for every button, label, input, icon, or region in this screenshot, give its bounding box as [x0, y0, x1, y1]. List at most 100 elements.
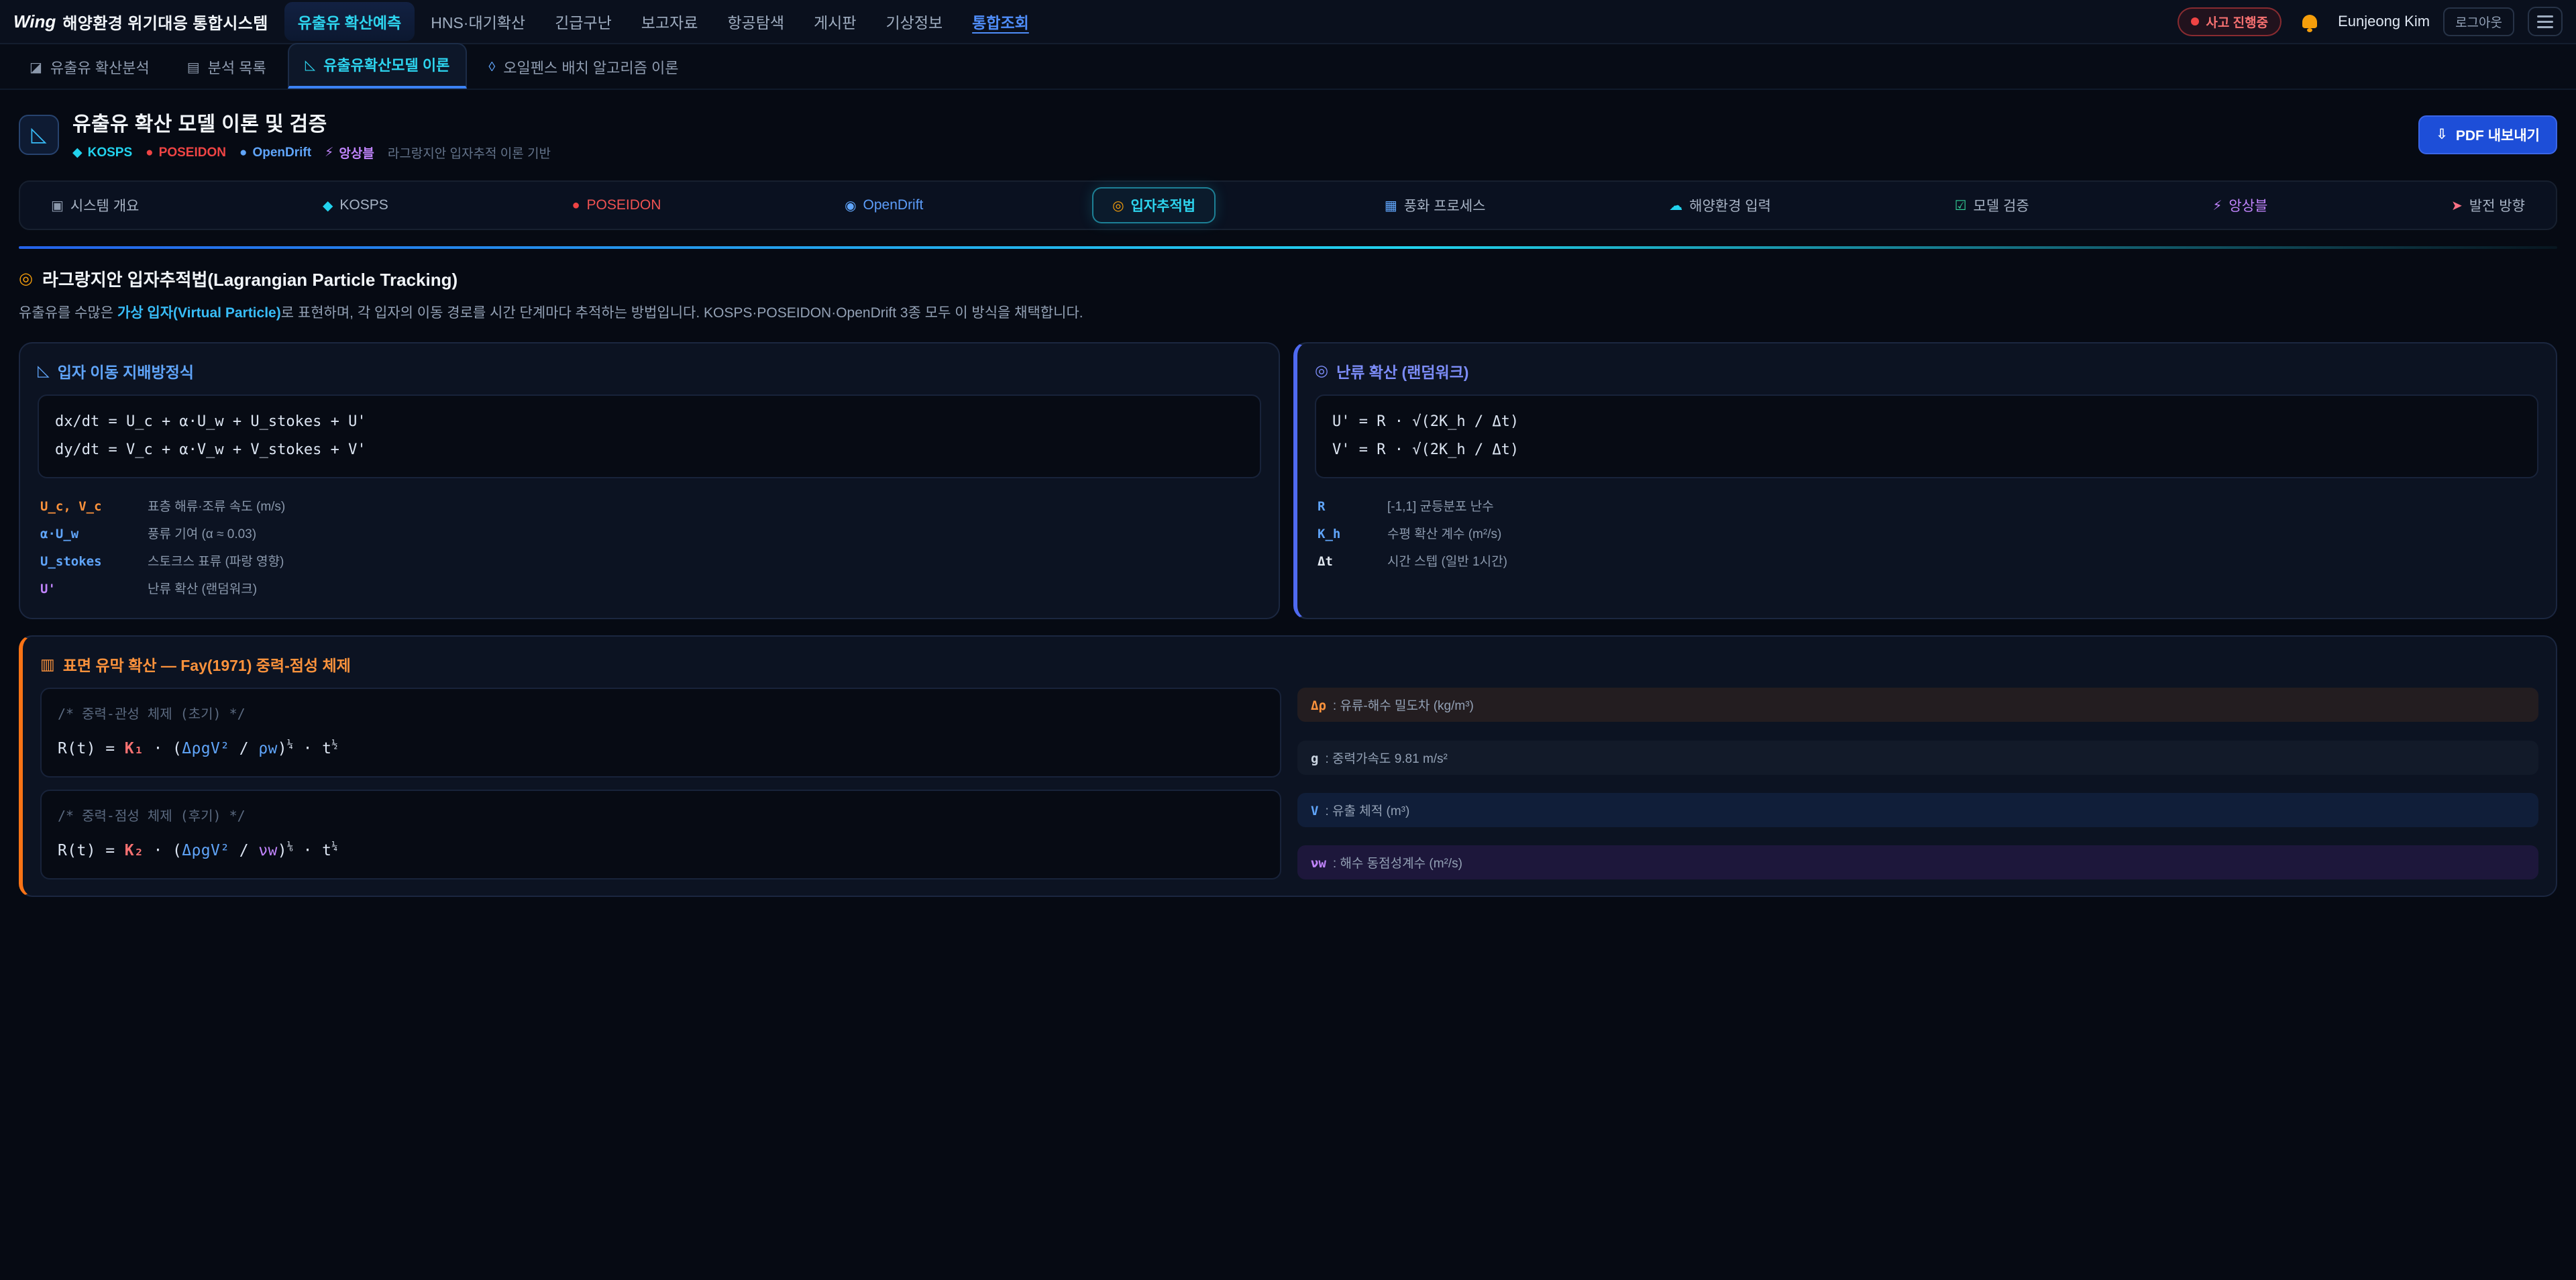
fay-formula-gravity-viscous: /* 중력-점성 체제 (후기) */ R(t) = K₂ · (ΔρgV² /… [40, 790, 1281, 879]
section-tabs: ▣ 시스템 개요 ◆ KOSPS ● POSEIDON ◉ OpenDrift … [19, 180, 2557, 230]
main-nav: 유출유 확산예측 HNS·대기확산 긴급구난 보고자료 항공탐색 게시판 기상정… [284, 2, 1042, 41]
legend-row: U' 난류 확산 (랜덤워크) [38, 574, 1261, 602]
set-square-icon: ◺ [38, 362, 50, 380]
section-heading: ◎ 라그랑지안 입자추적법(Lagrangian Particle Tracki… [19, 266, 2557, 291]
notification-bell-icon[interactable] [2295, 7, 2324, 36]
stab-model-validation[interactable]: ☑ 모델 검증 [1940, 187, 2044, 223]
app-logo: Wing 해양환경 위기대응 통합시스템 [13, 10, 268, 34]
ruler-icon: ◺ [305, 56, 315, 73]
page-subtitle: 라그랑지안 입자추적 이론 기반 [388, 144, 551, 162]
turbulence-diffusion-card: ◎ 난류 확산 (랜덤워크) U' = R · √(2K_h / Δt) V' … [1293, 342, 2557, 620]
dot-icon: ● [572, 198, 580, 213]
nav-item-emergency-rescue[interactable]: 긴급구난 [541, 2, 625, 41]
diamond-icon: ◆ [72, 145, 83, 160]
stab-roadmap[interactable]: ➤ 발전 방향 [2436, 187, 2540, 223]
grid-icon: ▦ [1385, 197, 1397, 214]
badge-poseidon: ● POSEIDON [146, 146, 226, 160]
main-content: ◎ 라그랑지안 입자추적법(Lagrangian Particle Tracki… [0, 266, 2576, 937]
badge-kosps: ◆ KOSPS [72, 145, 132, 160]
turbulence-equation-code: U' = R · √(2K_h / Δt) V' = R · √(2K_h / … [1315, 394, 2538, 479]
legend-row: α·U_w 풍류 기여 (α ≈ 0.03) [38, 519, 1261, 547]
cloud-icon: ☁ [1669, 197, 1682, 214]
fay-spreading-card: ▥ 표면 유막 확산 — Fay(1971) 중력-점성 체제 /* 중력-관성… [19, 635, 2557, 897]
nav-item-weather-info[interactable]: 기상정보 [873, 2, 957, 41]
stab-opendrift[interactable]: ◉ OpenDrift [830, 189, 938, 222]
fay-card-body: /* 중력-관성 체제 (초기) */ R(t) = K₁ · (ΔρgV² /… [40, 688, 2538, 879]
pdf-export-button[interactable]: ⇩ PDF 내보내기 [2418, 115, 2557, 154]
governing-legend: U_c, V_c 표층 해류·조류 속도 (m/s) α·U_w 풍류 기여 (… [38, 492, 1261, 602]
nav-item-aerial-search[interactable]: 항공탐색 [714, 2, 798, 41]
legend-pill-viscosity: νw : 해수 동점성계수 (m²/s) [1297, 845, 2538, 879]
menu-icon[interactable] [2528, 7, 2563, 36]
virtual-particle-highlight: 가상 입자(Virtual Particle) [117, 305, 281, 321]
equation-cards-row: ◺ 입자 이동 지배방정식 dx/dt = U_c + α·U_w + U_st… [19, 342, 2557, 620]
page-title: 유출유 확산 모델 이론 및 검증 [72, 107, 551, 137]
logo-wing-mark: Wing [13, 11, 56, 32]
lightning-icon: ⚡ [325, 145, 333, 160]
fay-formulas: /* 중력-관성 체제 (초기) */ R(t) = K₁ · (ΔρgV² /… [40, 688, 1281, 879]
stab-system-overview[interactable]: ▣ 시스템 개요 [36, 187, 154, 223]
stab-ocean-environment[interactable]: ☁ 해양환경 입력 [1654, 187, 1786, 223]
legend-pill-density: Δρ : 유류-해수 밀도차 (kg/m³) [1297, 688, 2538, 722]
top-navigation: Wing 해양환경 위기대응 통합시스템 유출유 확산예측 HNS·대기확산 긴… [0, 0, 2576, 44]
governing-card-title: ◺ 입자 이동 지배방정식 [38, 360, 1261, 382]
list-icon: ▤ [187, 59, 200, 76]
legend-pill-gravity: g : 중력가속도 9.81 m/s² [1297, 741, 2538, 775]
legend-row: Δt 시간 스텝 (일반 1시간) [1315, 547, 2538, 574]
section-intro: 유출유를 수많은 가상 입자(Virtual Particle)로 표현하며, … [19, 302, 2557, 325]
governing-equation-code: dx/dt = U_c + α·U_w + U_stokes + U' dy/d… [38, 394, 1261, 479]
formula: R(t) = K₂ · (ΔρgV² / νw)⅙ · t¼ [58, 842, 338, 859]
turbulence-legend: R [-1,1] 균등분포 난수 K_h 수평 확산 계수 (m²/s) Δt … [1315, 492, 2538, 574]
chart-icon: ◪ [30, 59, 42, 76]
legend-row: K_h 수평 확산 계수 (m²/s) [1315, 519, 2538, 547]
dot-icon: ● [146, 146, 153, 160]
stab-particle-tracking[interactable]: ◎ 입자추적법 [1092, 187, 1216, 223]
topnav-right: 사고 진행중 Eunjeong Kim 로그아웃 [2178, 7, 2563, 36]
dot-icon: ● [239, 146, 247, 160]
turbulence-card-title: ◎ 난류 확산 (랜덤워크) [1315, 360, 2538, 382]
logout-button[interactable]: 로그아웃 [2443, 7, 2514, 36]
target-icon: ◎ [1315, 362, 1328, 380]
page-header: ◺ 유출유 확산 모델 이론 및 검증 ◆ KOSPS ● POSEIDON ●… [0, 90, 2576, 176]
section-accent-rule [19, 246, 2557, 249]
bar-chart-icon: ▥ [40, 655, 55, 674]
badge-ensemble: ⚡ 앙상블 [325, 144, 374, 162]
nav-item-integrated-search[interactable]: 통합조회 [959, 2, 1042, 41]
app-title: 해양환경 위기대응 통합시스템 [62, 10, 268, 34]
nav-item-reports[interactable]: 보고자료 [628, 2, 712, 41]
incident-status-label: 사고 진행중 [2206, 13, 2268, 31]
legend-row: U_stokes 스토크스 표류 (파랑 영향) [38, 547, 1261, 574]
legend-pill-volume: V : 유출 체적 (m³) [1297, 793, 2538, 827]
formula: R(t) = K₁ · (ΔρgV² / ρw)¼ · t½ [58, 740, 338, 757]
diamond-icon: ◆ [323, 197, 333, 214]
set-square-icon: ◺ [19, 115, 59, 155]
compass-icon: ◎ [19, 269, 33, 288]
badge-opendrift: ● OpenDrift [239, 146, 311, 160]
user-name: Eunjeong Kim [2338, 13, 2430, 30]
nav-item-hns-atmospheric[interactable]: HNS·대기확산 [417, 2, 539, 41]
tab-model-theory[interactable]: ◺ 유출유확산모델 이론 [288, 43, 468, 89]
status-dot-icon [2191, 17, 2199, 25]
app-root: Wing 해양환경 위기대응 통합시스템 유출유 확산예측 HNS·대기확산 긴… [0, 0, 2576, 1280]
tab-oilfence-theory[interactable]: ◊ 오일펜스 배치 알고리즘 이론 [472, 47, 694, 89]
page-tabbar: ◪ 유출유 확산분석 ▤ 분석 목록 ◺ 유출유확산모델 이론 ◊ 오일펜스 배… [0, 44, 2576, 90]
fay-legend: Δρ : 유류-해수 밀도차 (kg/m³) g : 중력가속도 9.81 m/… [1297, 688, 2538, 879]
legend-row: R [-1,1] 균등분포 난수 [1315, 492, 2538, 519]
fay-card-title: ▥ 표면 유막 확산 — Fay(1971) 중력-점성 체제 [40, 653, 2538, 676]
droplet-icon: ◊ [488, 60, 495, 75]
incident-status-badge[interactable]: 사고 진행중 [2178, 7, 2282, 36]
tab-analysis-list[interactable]: ▤ 분석 목록 [171, 47, 282, 89]
stab-ensemble[interactable]: ⚡ 앙상블 [2198, 187, 2282, 223]
tab-spill-analysis[interactable]: ◪ 유출유 확산분석 [13, 47, 166, 89]
stab-poseidon[interactable]: ● POSEIDON [557, 189, 676, 221]
rocket-icon: ➤ [2451, 197, 2463, 214]
legend-row: U_c, V_c 표층 해류·조류 속도 (m/s) [38, 492, 1261, 519]
checkbox-icon: ☑ [1955, 197, 1967, 214]
stab-weathering-process[interactable]: ▦ 풍화 프로세스 [1370, 187, 1501, 223]
nav-item-board[interactable]: 게시판 [800, 2, 869, 41]
stab-kosps[interactable]: ◆ KOSPS [308, 189, 403, 222]
page-header-meta: ◆ KOSPS ● POSEIDON ● OpenDrift ⚡ 앙상블 라그랑… [72, 144, 551, 162]
governing-equation-card: ◺ 입자 이동 지배방정식 dx/dt = U_c + α·U_w + U_st… [19, 342, 1280, 620]
monitor-icon: ▣ [51, 197, 64, 214]
nav-item-spill-prediction[interactable]: 유출유 확산예측 [284, 2, 415, 41]
